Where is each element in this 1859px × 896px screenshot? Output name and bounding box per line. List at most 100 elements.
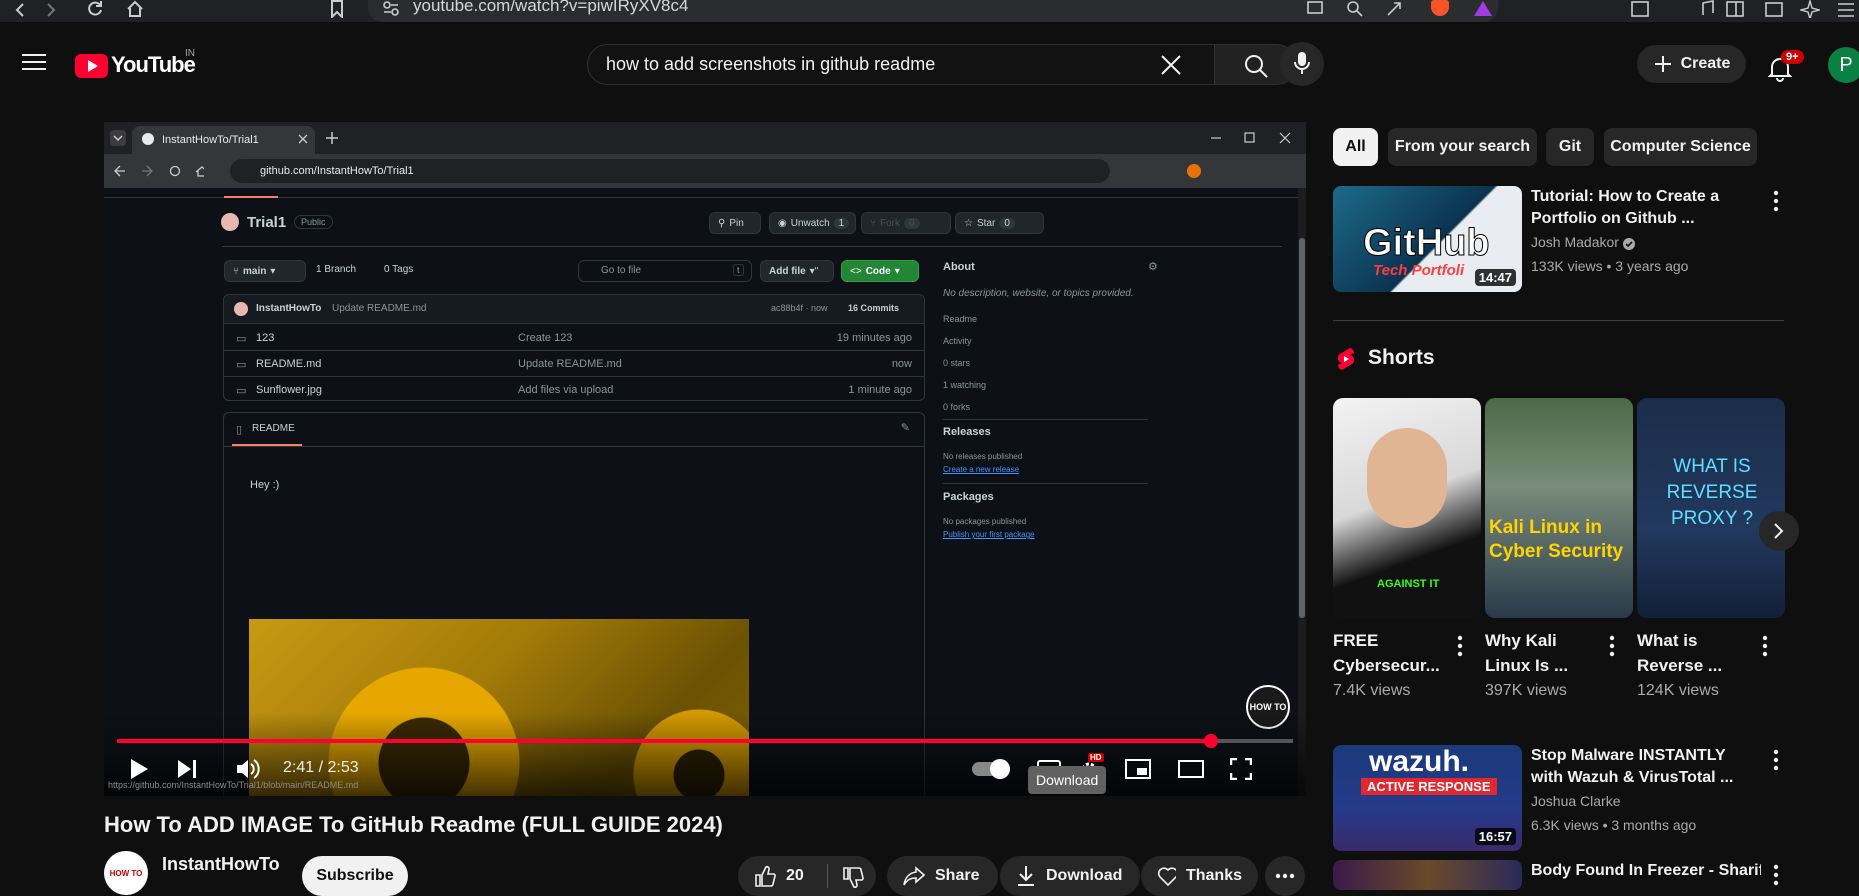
chip-all[interactable]: All [1333,128,1378,166]
fullscreen-icon[interactable] [1230,758,1252,780]
autoplay-knob [990,759,1010,779]
youtube-logo[interactable]: YouTube IN [75,48,265,80]
install-app-icon[interactable] [1306,0,1326,18]
short-views: 397K views [1485,682,1567,699]
more-options-icon[interactable] [1450,633,1470,659]
link-status-url: https://github.com/InstantHowTo/Trial1/b… [108,780,359,790]
packages-title: Packages [943,491,994,503]
thanks-button[interactable]: Thanks [1141,856,1258,896]
short-overlay-text: Kali Linux in Cyber Security [1489,517,1624,562]
thumbnail-subtext: ACTIVE RESPONSE [1361,778,1497,795]
unwatch-count: 1 [833,217,850,229]
video-thumbnail[interactable]: GitHub Tech Portfoli 14:47 [1333,186,1522,292]
code-label: Code [865,265,891,277]
progress-bar[interactable] [117,734,1293,748]
publish-package-link: Publish your first package [943,530,1035,539]
file-icon: ▭ [236,333,247,345]
reload-icon[interactable] [86,0,104,18]
video-channel[interactable]: Joshua Clarke [1531,793,1621,809]
releases-text: No releases published [943,452,1023,461]
next-video-icon[interactable] [176,759,198,779]
brave-rewards-icon[interactable] [1473,0,1493,18]
short-thumbnail[interactable]: AGAINST IT [1333,398,1481,618]
notifications-button[interactable]: 9+ [1766,50,1816,84]
short-title[interactable]: Why Kali Linux Is ... [1485,628,1575,678]
chip-from-your-search[interactable]: From your search [1388,128,1537,166]
short-title[interactable]: What is Reverse ... [1637,628,1737,678]
logo-text: YouTube [111,52,196,77]
header-divider [222,246,1282,247]
download-tooltip: Download [1028,766,1107,794]
like-button[interactable]: 20 [738,856,826,896]
play-icon[interactable] [129,758,149,780]
video-thumbnail[interactable]: wazuh. ACTIVE RESPONSE 16:57 [1333,745,1522,851]
short-title[interactable]: FREE Cybersecur... [1333,628,1453,678]
video-duration: 16:57 [1474,828,1516,845]
share-page-icon[interactable] [1385,0,1405,18]
captured-tab: InstantHowTo/Trial1 [132,126,315,154]
scrubber-handle[interactable] [1203,734,1218,748]
short-overlay-text: AGAINST IT [1377,578,1440,590]
readme-text: Hey :) [250,479,280,491]
tab-close-icon [298,134,308,144]
guide-menu-icon[interactable] [22,53,46,71]
search-icon [1245,55,1268,78]
thumbs-up-icon [755,865,776,887]
video-title-link[interactable]: Tutorial: How to Create a Portfolio on G… [1531,186,1741,230]
volume-icon[interactable] [236,758,262,780]
media-icon[interactable] [1697,0,1717,18]
leo-ai-icon[interactable] [1800,0,1820,18]
back-icon[interactable] [12,2,28,18]
address-bar[interactable]: youtube.com/watch?v=piwIRyXV8c4 [368,0,1498,22]
forward-icon[interactable] [43,2,59,18]
autoplay-toggle[interactable] [972,759,1010,779]
packages-text: No packages published [943,517,1027,526]
captured-address: github.com/InstantHowTo/Trial1 [260,165,414,177]
wallet-icon[interactable] [1764,0,1784,18]
short-thumbnail[interactable]: WHAT IS REVERSE PROXY ? [1637,398,1785,618]
video-channel[interactable]: Josh Madakor [1531,234,1619,250]
home-icon[interactable] [126,0,144,18]
create-button[interactable]: Create [1637,45,1746,83]
brave-shields-icon[interactable] [1431,0,1449,16]
menu-icon[interactable] [1836,0,1856,18]
short-thumbnail[interactable]: Kali Linux in Cyber Security [1485,398,1633,618]
more-options-icon[interactable] [1766,188,1786,214]
sidebar-icon[interactable] [1725,0,1745,18]
more-actions-button[interactable] [1265,856,1305,896]
voice-search-button[interactable] [1280,42,1324,86]
more-options-icon[interactable] [1766,862,1786,888]
more-options-icon[interactable] [1755,633,1775,659]
channel-name[interactable]: InstantHowTo [162,854,280,875]
share-button[interactable]: Share [887,856,998,896]
chip-computer-science[interactable]: Computer Science [1604,128,1757,166]
thumbs-down-icon[interactable] [842,866,864,888]
bookmark-icon[interactable] [330,0,344,18]
video-thumbnail[interactable] [1333,860,1522,890]
file-commit-message: Update README.md [518,358,622,370]
channel-avatar[interactable]: HOW TO [104,851,148,895]
more-options-icon[interactable] [1602,633,1622,659]
search-input[interactable]: how to add screenshots in github readme [587,44,1215,85]
video-title-link[interactable]: Body Found In Freezer - Shariful [1531,860,1761,882]
video-title-link[interactable]: Stop Malware INSTANTLY with Wazuh & Viru… [1531,745,1751,789]
shorts-next-button[interactable] [1759,511,1799,551]
clear-search-icon[interactable] [1160,54,1182,76]
theater-mode-icon[interactable] [1178,760,1204,778]
video-player[interactable]: InstantHowTo/Trial1 github.com/InstantHo… [104,122,1306,796]
avatar[interactable]: P [1828,47,1859,83]
download-button[interactable]: Download [1000,856,1140,896]
zoom-icon[interactable] [1345,0,1365,18]
site-settings-icon[interactable] [382,0,400,16]
readme-divider [224,446,924,447]
chip-git[interactable]: Git [1546,128,1594,166]
more-options-icon[interactable] [1766,747,1786,773]
subscribe-button[interactable]: Subscribe [302,856,408,896]
miniplayer-icon[interactable] [1125,759,1151,779]
shorts-logo-icon [1337,348,1355,370]
search-tabs-icon[interactable] [1630,0,1650,18]
like-divider [827,864,828,888]
captured-scrollbar [1298,188,1306,796]
branch-label: main [243,265,267,277]
branch-select: ⑂ main ▾ [224,260,306,282]
